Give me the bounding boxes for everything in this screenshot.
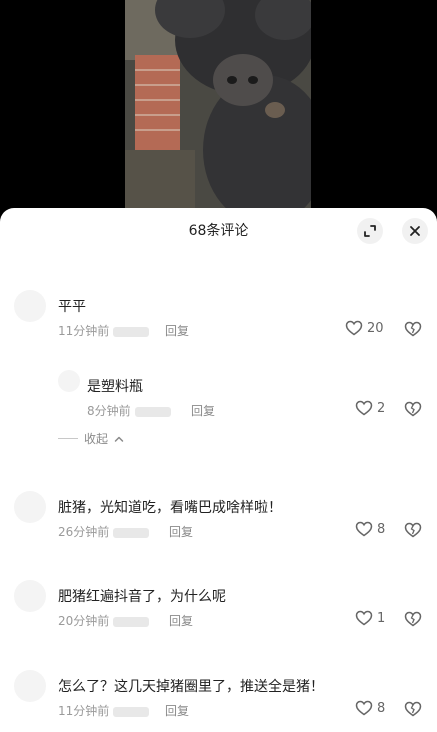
collapse-replies-button[interactable]: 收起 <box>58 430 124 447</box>
like-count: 1 <box>377 610 386 626</box>
reply-button[interactable]: 回复 <box>165 702 189 719</box>
reply-button[interactable]: 回复 <box>169 612 193 629</box>
location-blurred <box>113 616 150 627</box>
heart-icon <box>355 610 373 626</box>
dislike-icon[interactable] <box>404 320 422 338</box>
heart-icon <box>355 700 373 716</box>
close-icon <box>410 226 420 236</box>
like-button[interactable]: 8 <box>355 521 385 537</box>
comment-text: 肥猪红遍抖音了，为什么呢 <box>58 589 226 605</box>
comment-meta: 11分钟前 <box>58 322 153 339</box>
comment-time: 26分钟前 <box>58 525 110 539</box>
heart-icon <box>355 521 373 537</box>
like-button[interactable]: 8 <box>355 700 385 716</box>
like-button[interactable]: 20 <box>345 320 384 336</box>
reply-button[interactable]: 回复 <box>191 402 215 419</box>
heart-icon <box>355 400 373 416</box>
comment-time: 11分钟前 <box>58 324 110 338</box>
dislike-icon[interactable] <box>404 521 422 539</box>
dislike-icon[interactable] <box>404 700 422 718</box>
close-button[interactable] <box>402 218 428 244</box>
comment-meta: 26分钟前 <box>58 523 153 540</box>
avatar[interactable] <box>14 290 46 322</box>
comment-time: 20分钟前 <box>58 614 110 628</box>
comment-time: 11分钟前 <box>58 704 110 718</box>
avatar[interactable] <box>14 491 46 523</box>
like-count: 8 <box>377 700 386 716</box>
location-blurred <box>113 326 150 337</box>
avatar[interactable] <box>14 670 46 702</box>
location-blurred <box>113 706 150 717</box>
expand-icon <box>364 225 376 237</box>
like-button[interactable]: 2 <box>355 400 385 416</box>
comment-meta: 20分钟前 <box>58 612 153 629</box>
collapse-label: 收起 <box>84 432 109 446</box>
dislike-icon[interactable] <box>404 610 422 628</box>
comment-meta: 11分钟前 <box>58 702 153 719</box>
divider-line <box>58 438 78 439</box>
dislike-icon[interactable] <box>404 400 422 418</box>
comment-text: 怎么了？这几天掉猪圈里了，推送全是猪！ <box>58 679 324 695</box>
like-count: 2 <box>377 400 386 416</box>
like-count: 8 <box>377 521 386 537</box>
avatar[interactable] <box>58 370 80 392</box>
pig-video-still <box>125 0 311 210</box>
comment-sheet-header: 68条评论 <box>0 208 437 252</box>
avatar[interactable] <box>14 580 46 612</box>
comment-time: 8分钟前 <box>87 404 131 418</box>
reply-button[interactable]: 回复 <box>169 523 193 540</box>
video-frame <box>125 0 311 210</box>
like-button[interactable]: 1 <box>355 610 385 626</box>
comment-text: 脏猪，光知道吃，看嘴巴成啥样啦！ <box>58 500 282 516</box>
location-blurred <box>134 406 171 417</box>
reply-button[interactable]: 回复 <box>165 322 189 339</box>
like-count: 20 <box>367 320 384 336</box>
location-blurred <box>113 527 150 538</box>
heart-icon <box>345 320 363 336</box>
expand-button[interactable] <box>357 218 383 244</box>
comment-text: 是塑料瓶 <box>87 379 143 395</box>
comment-meta: 8分钟前 <box>87 402 175 419</box>
video-player[interactable] <box>0 0 437 210</box>
chevron-up-icon <box>114 436 124 442</box>
comment-sheet: 68条评论 平平 11分钟前 回复 20 是塑料瓶 8分钟前 回复 2 收起 脏… <box>0 208 437 732</box>
comment-text: 平平 <box>58 299 86 315</box>
